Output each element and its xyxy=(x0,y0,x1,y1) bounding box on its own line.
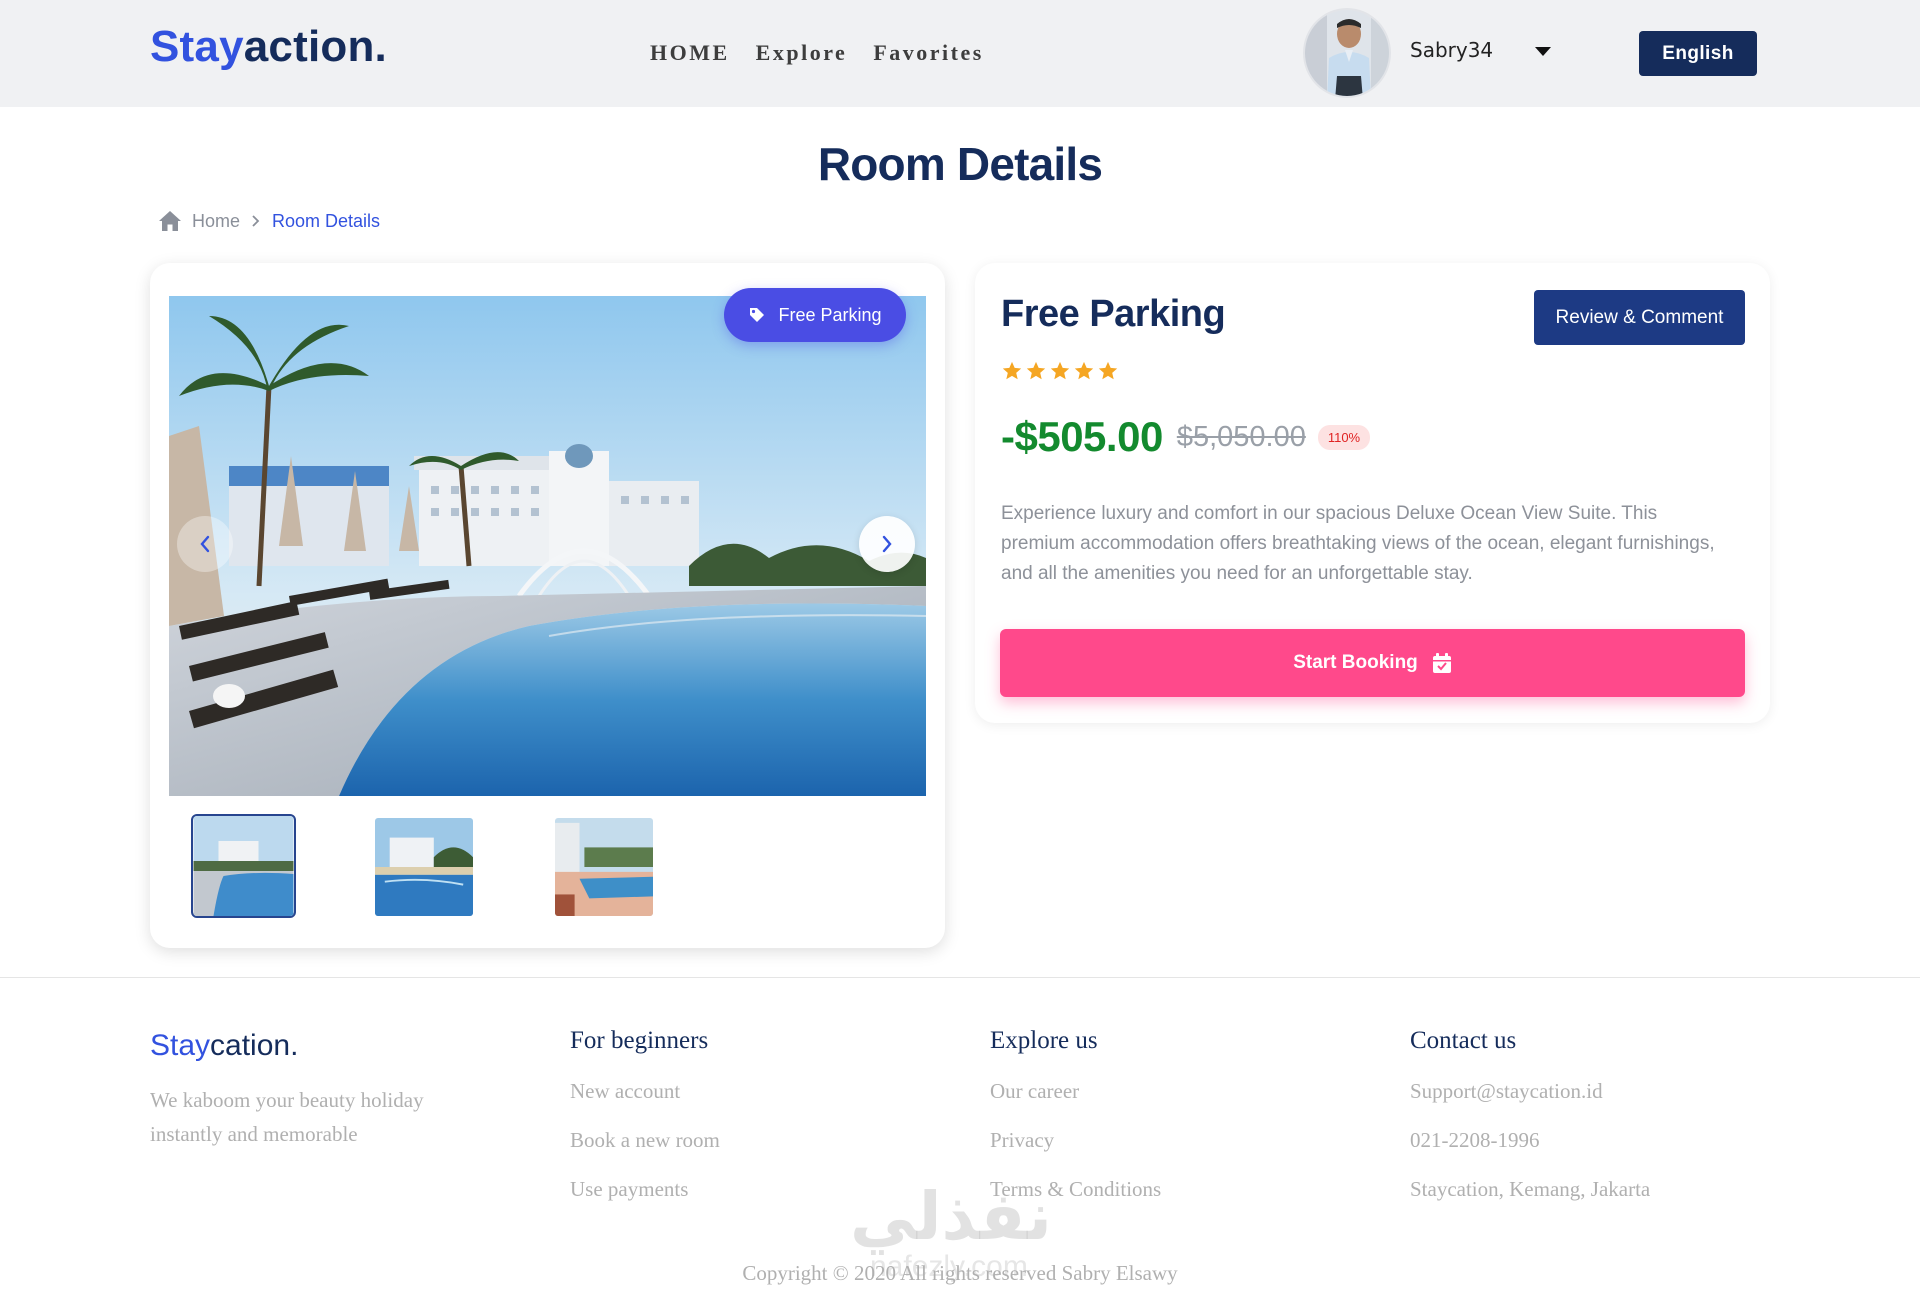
breadcrumb: Home Room Details xyxy=(158,210,380,232)
footer-link-privacy[interactable]: Privacy xyxy=(990,1128,1161,1153)
review-comment-button[interactable]: Review & Comment xyxy=(1534,290,1745,345)
watermark-logo: نفذلي xyxy=(850,1179,1052,1253)
calendar-check-icon xyxy=(1432,653,1451,673)
page-title: Room Details xyxy=(817,138,1103,190)
footer-link-new-account[interactable]: New account xyxy=(570,1079,720,1104)
footer-column-title: Contact us xyxy=(1410,1027,1517,1054)
footer-link-our-career[interactable]: Our career xyxy=(990,1079,1161,1104)
next-image-button[interactable] xyxy=(859,516,915,572)
user-avatar[interactable] xyxy=(1303,8,1391,98)
nav-favorites[interactable]: Favorites xyxy=(873,40,983,66)
footer-brand-part1: Stay xyxy=(150,1029,211,1062)
user-photo-icon xyxy=(1305,10,1389,96)
discount-badge: 110% xyxy=(1317,424,1371,450)
top-navbar: Stayaction. HOME Explore Favorites Sabry… xyxy=(0,0,1920,107)
room-description: Experience luxury and comfort in our spa… xyxy=(1001,503,1715,584)
previous-image-button[interactable] xyxy=(177,516,233,572)
brand-logo-part1: Stay xyxy=(150,22,244,71)
room-gallery-card: Free Parking xyxy=(150,263,945,948)
thumbnail-pool-photo-icon xyxy=(375,818,473,916)
footer-link-use-payments[interactable]: Use payments xyxy=(570,1177,720,1202)
free-parking-badge-label: Free Parking xyxy=(778,304,882,325)
footer-tagline: We kaboom your beauty holiday instantly … xyxy=(150,1088,424,1146)
breadcrumb-home[interactable]: Home xyxy=(192,211,240,232)
nav-home[interactable]: HOME xyxy=(650,40,730,66)
star-icon xyxy=(1050,361,1070,380)
thumbnail-pool-photo-icon xyxy=(555,818,653,916)
footer-column-title: Explore us xyxy=(990,1027,1098,1054)
main-nav: HOME Explore Favorites xyxy=(650,40,984,66)
chevron-right-icon xyxy=(252,215,260,227)
nav-explore[interactable]: Explore xyxy=(756,40,848,66)
footer-column-contact: Contact us Support@staycation.id 021-220… xyxy=(1410,1027,1650,1226)
resort-pool-photo-icon xyxy=(169,296,926,796)
footer-column-title: For beginners xyxy=(570,1027,709,1054)
room-title: Free Parking xyxy=(1001,293,1226,335)
start-booking-label: Start Booking xyxy=(1293,652,1418,673)
footer-brand-logo[interactable]: Staycation. xyxy=(150,1029,298,1063)
star-rating xyxy=(1001,360,1119,382)
footer-contact-address[interactable]: Staycation, Kemang, Jakarta xyxy=(1410,1177,1650,1202)
user-menu-caret-icon[interactable] xyxy=(1535,47,1551,56)
star-icon xyxy=(1074,361,1094,380)
current-price: -$505.00 xyxy=(1001,413,1163,460)
language-button[interactable]: English xyxy=(1639,31,1757,76)
tag-icon xyxy=(750,308,765,322)
original-price: $5,050.00 xyxy=(1176,420,1306,453)
brand-logo-part2: action. xyxy=(243,22,387,71)
price-row: -$505.00 $5,050.00 110% xyxy=(1001,413,1371,461)
star-icon xyxy=(1098,361,1118,380)
room-info-card: Free Parking Review & Comment -$505.00 $… xyxy=(975,263,1770,723)
home-icon[interactable] xyxy=(158,210,182,232)
brand-logo[interactable]: Stayaction. xyxy=(150,22,387,72)
start-booking-button[interactable]: Start Booking xyxy=(1000,629,1745,697)
chevron-left-icon xyxy=(200,535,210,553)
footer-link-book-room[interactable]: Book a new room xyxy=(570,1128,720,1153)
footer-contact-email[interactable]: Support@staycation.id xyxy=(1410,1079,1650,1104)
breadcrumb-current: Room Details xyxy=(272,210,381,231)
username[interactable]: Sabry34 xyxy=(1410,38,1493,62)
main-room-image xyxy=(169,296,926,796)
star-icon xyxy=(1026,361,1046,380)
footer-contact-phone[interactable]: 021-2208-1996 xyxy=(1410,1128,1650,1153)
star-icon xyxy=(1002,361,1022,380)
footer-copyright: Copyright © 2020 All rights reserved Sab… xyxy=(742,1261,1178,1285)
chevron-right-icon xyxy=(882,535,892,553)
footer-divider xyxy=(0,977,1920,978)
thumbnail-2[interactable] xyxy=(375,818,473,916)
footer-brand-part2: cation. xyxy=(210,1029,299,1062)
free-parking-badge: Free Parking xyxy=(724,288,906,342)
footer-column-beginners: For beginners New account Book a new roo… xyxy=(570,1027,720,1226)
thumbnail-3[interactable] xyxy=(555,818,653,916)
thumbnail-pool-photo-icon xyxy=(193,816,294,916)
thumbnail-1[interactable] xyxy=(191,814,296,918)
